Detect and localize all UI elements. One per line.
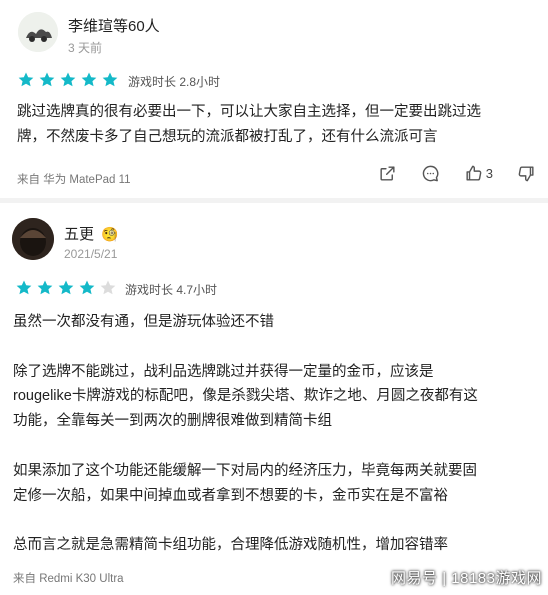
review-card: 李维瑄等60人 3 天前 游戏时长 2.8小时 跳过选牌真的很有必要出一下，可以… (0, 0, 548, 200)
review-date: 3 天前 (68, 41, 103, 55)
username[interactable]: 李维瑄等60人 (68, 15, 160, 36)
content-line: 总而言之就是急需精简卡组功能，合理降低游戏随机性，增加容错率 (13, 537, 448, 554)
avatar[interactable] (18, 12, 58, 52)
username[interactable]: 五更 🧐 (64, 223, 119, 244)
content-line: 功能，全靠每关一到两次的删牌很难做到精简卡组 (13, 413, 332, 430)
content-line: 跳过选牌真的很有必要出一下，可以让大家自主选择，但一定要出跳过选 (17, 104, 481, 120)
review-actions: 3 (378, 164, 536, 183)
emoji-icon: 🧐 (101, 226, 119, 242)
star-icon (80, 71, 98, 89)
playtime: 游戏时长 2.8小时 (128, 75, 221, 89)
star-icon (17, 71, 35, 89)
star-icon (57, 279, 75, 297)
review-date: 2021/5/21 (64, 247, 118, 261)
playtime: 游戏时长 4.7小时 (125, 283, 218, 297)
star-icon (101, 71, 119, 89)
watermark: 网易号 | 18183游戏网 (391, 570, 542, 587)
thumbs-down-icon (518, 166, 534, 182)
content-line (13, 434, 478, 459)
device-label: 来自 Redmi K30 Ultra (13, 573, 124, 585)
comment-icon (422, 165, 439, 182)
review-card: 五更 🧐 2021/5/21 游戏时长 4.7小时 虽然一次都没有通，但是游玩体… (0, 203, 548, 595)
dislike-button[interactable] (517, 164, 536, 183)
share-button[interactable] (378, 164, 397, 183)
content-line: 定修一次船，如果中间掉血或者拿到不想要的卡，金币实在是不富裕 (13, 487, 448, 504)
content-line: 牌，不然废卡多了自己想玩的流派都被打乱了，还有什么流派可言 (17, 129, 438, 145)
content-line (13, 508, 478, 533)
rating-stars (17, 71, 119, 89)
star-icon (59, 71, 77, 89)
like-count: 3 (485, 166, 493, 181)
content-line: rougelike卡牌游戏的标配吧，像是杀戮尖塔、欺诈之地、月圆之夜都有这 (13, 388, 478, 405)
device-label: 来自 华为 MatePad 11 (17, 174, 131, 186)
review-content[interactable]: 虽然一次都没有通，但是游玩体验还不错 除了选牌不能跳过，战利品选牌跳过并获得一定… (13, 310, 478, 558)
content-line: 除了选牌不能跳过，战利品选牌跳过并获得一定量的金币，应该是 (13, 363, 434, 380)
rating-stars (15, 279, 117, 297)
star-icon (99, 279, 117, 297)
like-button[interactable]: 3 (464, 164, 493, 183)
thumbs-up-icon (466, 165, 482, 181)
star-icon (36, 279, 54, 297)
star-icon (78, 279, 96, 297)
avatar[interactable] (12, 218, 54, 260)
comment-button[interactable] (421, 164, 440, 183)
star-icon (15, 279, 33, 297)
content-line: 虽然一次都没有通，但是游玩体验还不错 (13, 314, 274, 330)
review-content[interactable]: 跳过选牌真的很有必要出一下，可以让大家自主选择，但一定要出跳过选 牌，不然废卡多… (17, 100, 481, 150)
username-text: 五更 (64, 226, 95, 243)
star-icon (38, 71, 56, 89)
content-line: 如果添加了这个功能还能缓解一下对局内的经济压力，毕竟每两关就要固 (13, 462, 477, 479)
content-line (13, 335, 478, 360)
share-icon (380, 166, 395, 181)
